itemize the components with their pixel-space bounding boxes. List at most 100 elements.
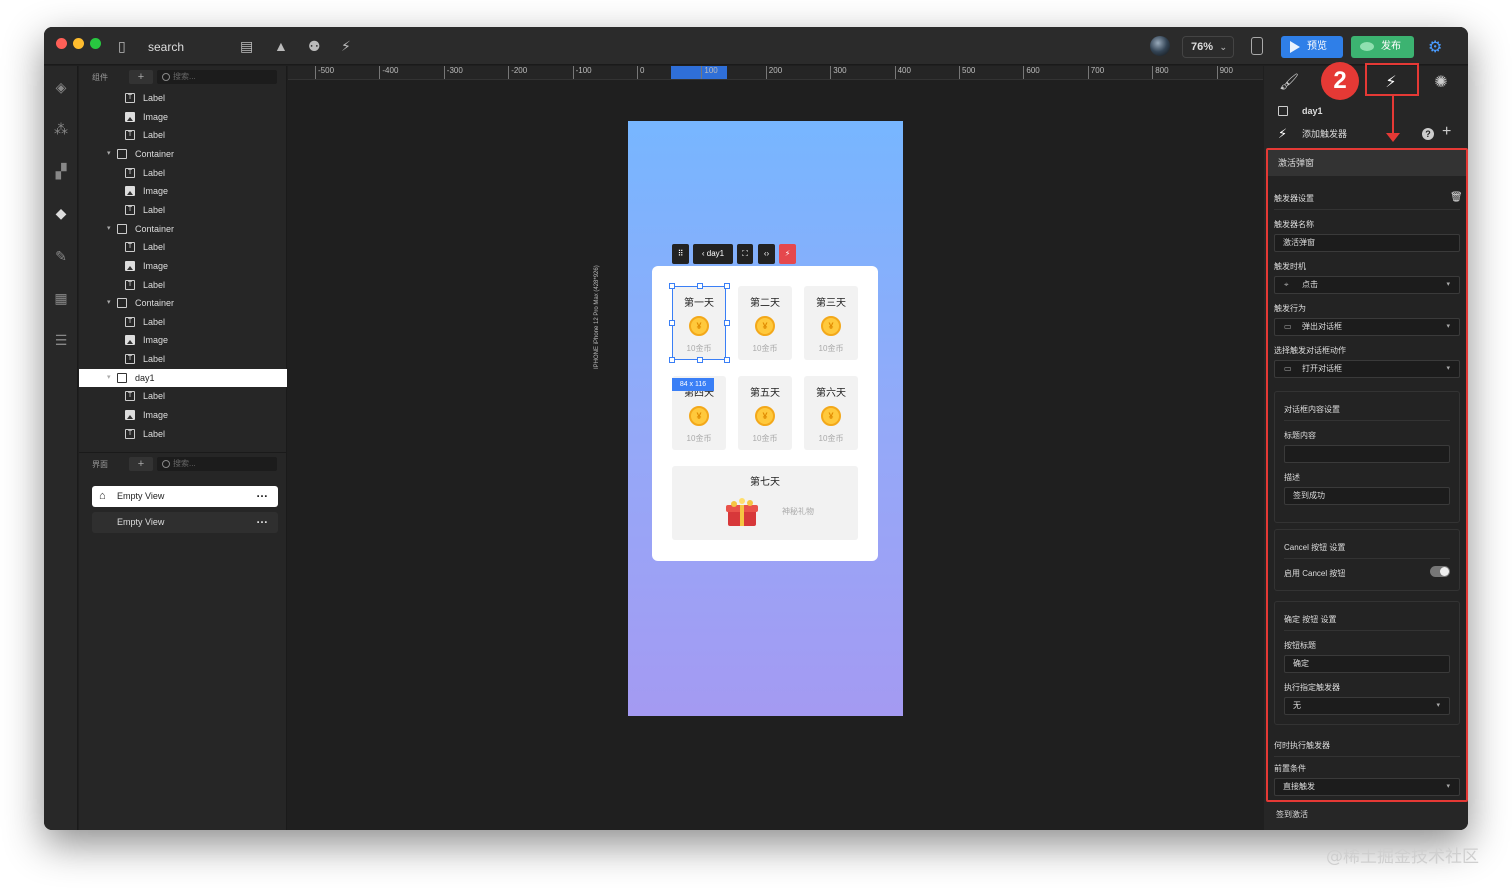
dialog-action-value: 打开对话框 [1302,364,1342,373]
drag-handle-icon[interactable]: ⠿ [672,244,689,264]
layout-icon[interactable]: ▞ [52,162,70,180]
publish-button[interactable]: 发布 [1351,36,1414,58]
resize-handle[interactable] [724,320,730,326]
device-icon[interactable] [1251,37,1263,55]
tree-row-image[interactable]: Image [79,108,287,126]
tree-row-label[interactable]: T Label [79,89,287,107]
day-card[interactable]: 第五天 ¥10金币 [738,376,792,450]
components-icon[interactable]: ⚉ [308,37,321,55]
resize-handle[interactable] [669,357,675,363]
cube-icon[interactable]: ◈ [52,78,70,96]
grid-icon[interactable]: ▦ [52,289,70,307]
tree-row-image[interactable]: Image [79,182,287,200]
view-item[interactable]: ⌂ Empty View… [92,486,278,507]
close-window-button[interactable] [56,38,67,49]
tree-row-label[interactable]: T Label [79,201,287,219]
view-search-input[interactable]: 搜索... [157,457,277,471]
more-icon[interactable]: … [256,483,268,504]
coin-icon: ¥ [821,406,841,426]
tree-row-label[interactable]: T Label [79,313,287,331]
next-trigger-title[interactable]: 签到激活 [1276,809,1308,820]
tree-row-container[interactable]: ▾ day1 [79,368,287,387]
add-component-button[interactable]: + [129,70,153,84]
precondition-select[interactable]: 直接触发 ▾ [1274,778,1460,796]
tree-row-container[interactable]: ▾ Container [79,220,287,238]
preview-button[interactable]: 预览 [1281,36,1343,58]
settings-sliders-icon[interactable]: ⚙ [1428,37,1442,57]
triangle-icon[interactable]: ▲ [274,37,288,55]
sidebar-toggle-icon[interactable]: ▯ [118,37,126,55]
text-icon: T [125,204,135,215]
resize-handle[interactable] [669,320,675,326]
resize-handle[interactable] [697,283,703,289]
button-title-input[interactable]: 确定 [1284,655,1450,673]
tree-row-label[interactable]: T Label [79,387,287,405]
style-tab-brush-icon[interactable]: 🖌 [1264,66,1314,100]
day-card[interactable]: 第六天 ¥10金币 [804,376,858,450]
tree-row-image[interactable]: Image [79,406,287,424]
tree-row-label[interactable]: T Label [79,425,287,443]
selection-box[interactable] [669,283,730,363]
resize-handle[interactable] [669,283,675,289]
day-reward: 10金币 [752,434,778,443]
caret-down-icon[interactable]: ▾ [107,145,111,163]
resize-handle[interactable] [724,357,730,363]
more-icon[interactable]: … [256,509,268,530]
layers-icon[interactable]: ◆ [52,204,70,222]
dialog-action-select[interactable]: ▭ 打开对话框 ▾ [1274,360,1460,378]
trigger-title[interactable]: 激活弹窗 [1268,150,1466,176]
title-content-input[interactable] [1284,445,1450,463]
parent-select-button[interactable]: ‹ day1 [693,244,733,264]
bolt-toolbar-icon[interactable]: ⚡ [341,37,351,55]
day-card[interactable]: 第二天 ¥10金币 [738,286,792,360]
day7-card[interactable]: 第七天 神秘礼物 [672,466,858,540]
list-icon[interactable]: ☰ [52,331,70,349]
day-reward: 10金币 [818,344,844,353]
tree-row-label[interactable]: T Label [79,276,287,294]
pin-icon[interactable]: ✎ [52,247,70,265]
tree-row-image[interactable]: Image [79,257,287,275]
component-search-input[interactable]: 搜索... [157,70,277,84]
trigger-name-input[interactable]: 激活弹窗 [1274,234,1460,252]
selected-element-row[interactable]: day1 [1278,101,1468,121]
enable-cancel-toggle[interactable] [1430,566,1450,577]
tree-row-label[interactable]: T Label [79,238,287,256]
resize-handle[interactable] [697,357,703,363]
caret-down-icon[interactable]: ▾ [107,220,111,238]
document-icon[interactable]: ▤ [240,37,253,55]
caret-down-icon[interactable]: ▾ [107,369,111,387]
day-card[interactable]: 第三天 ¥10金币 [804,286,858,360]
avatar[interactable] [1150,36,1170,56]
divider [1274,756,1460,757]
tree-row-label[interactable]: T Label [79,350,287,368]
code-icon[interactable]: ‹› [758,244,775,264]
minimize-window-button[interactable] [73,38,84,49]
tree-row-container[interactable]: ▾ Container [79,145,287,163]
device-label: IPHONE iPhone 12 Pro Max (428*926) [594,265,600,369]
day-title: 第三天 [816,298,846,309]
add-view-button[interactable]: + [129,457,153,471]
tree-row-container[interactable]: ▾ Container [79,294,287,312]
trash-icon[interactable]: 🗑 [1450,192,1463,203]
tree-row-label[interactable]: T Label [79,164,287,182]
zoom-select[interactable]: 76% ⌄ [1182,36,1234,58]
caret-down-icon[interactable]: ▾ [107,294,111,312]
ruler: -500 -400 -300 -200 -100 0 100 200 300 400 500 600 7… [288,66,1263,80]
tree-row-image[interactable]: Image [79,331,287,349]
assets-icon[interactable]: ⁂ [52,120,70,138]
trigger-icon[interactable]: ⚡ [779,244,796,264]
timing-select[interactable]: ⌖ 点击 ▾ [1274,276,1460,294]
tree-row-label[interactable]: T Label [79,126,287,144]
design-canvas[interactable]: -500 -400 -300 -200 -100 0 100 200 300 400 500 600 7… [288,66,1263,830]
view-item[interactable]: Empty View… [92,512,278,533]
expand-icon[interactable]: ⛶ [737,244,753,264]
add-trigger-button[interactable]: + [1442,122,1451,142]
resize-handle[interactable] [724,283,730,289]
text-icon: T [125,242,135,253]
exec-trigger-select[interactable]: 无 ▾ [1284,697,1450,715]
desc-input[interactable]: 签到成功 [1284,487,1450,505]
help-icon[interactable]: ? [1422,128,1434,140]
maximize-window-button[interactable] [90,38,101,49]
action-select[interactable]: ▭ 弹出对话框 ▾ [1274,318,1460,336]
debug-tab-bug-icon[interactable]: ✺ [1416,66,1466,100]
